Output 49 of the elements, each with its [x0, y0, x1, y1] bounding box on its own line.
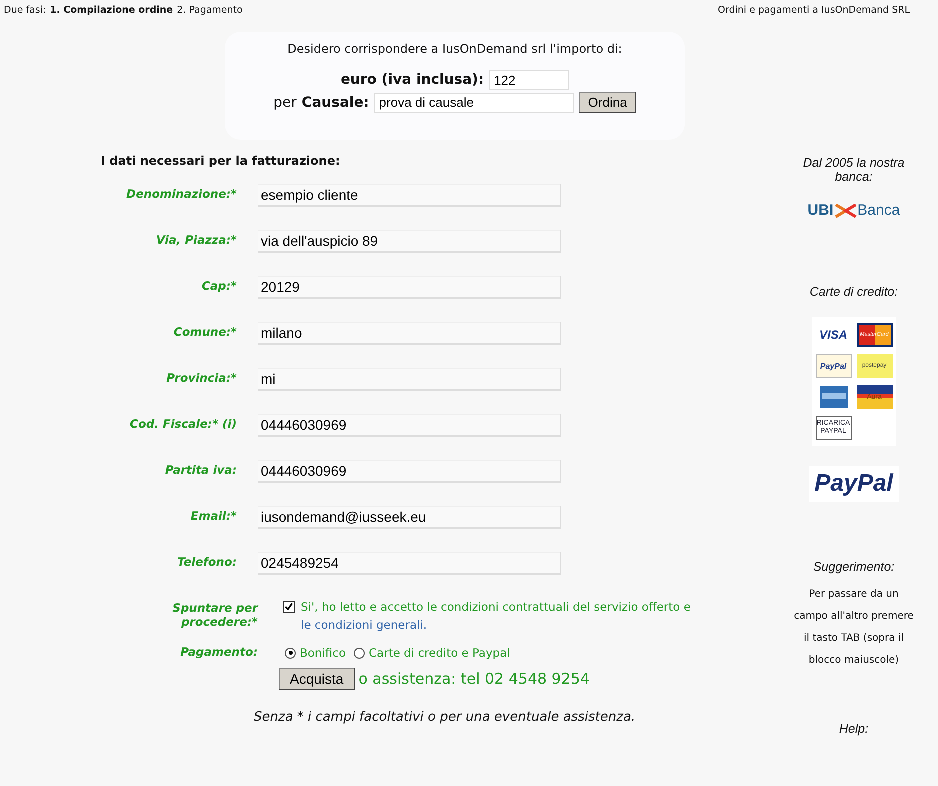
- reason-field[interactable]: prova di causale: [374, 92, 574, 112]
- conditions-link[interactable]: le condizioni generali.: [301, 618, 428, 632]
- input-field[interactable]: esempio cliente: [258, 184, 561, 207]
- radio-button[interactable]: [285, 648, 296, 658]
- field-label: Spuntare per procedere:*: [172, 601, 260, 629]
- footnote-text: Senza * i campi facoltativi o per una eventuale assistenza.: [254, 710, 637, 725]
- input-field[interactable]: mi: [258, 368, 561, 391]
- field-label: Cod. Fiscale:* (i): [129, 417, 238, 431]
- hint-text: Per passare da un campo all'altro premere il tasto TAB (sopra il blocco maiuscole): [794, 588, 914, 668]
- consent-text: Si', ho letto e accetto le condizioni contrattuali del servizio offerto e le condizioni generali.: [301, 599, 692, 634]
- amount-field[interactable]: 122: [489, 70, 570, 90]
- cards-title: Carte di credito:: [808, 285, 900, 299]
- field-label: Denominazione:*: [126, 187, 238, 201]
- field-label: Comune:*: [172, 325, 238, 339]
- input-field[interactable]: 04446030969: [258, 414, 561, 437]
- field-label: Partita iva:: [164, 463, 238, 477]
- input-field[interactable]: 04446030969: [258, 460, 561, 483]
- input-field[interactable]: via dell'auspicio 89: [258, 230, 561, 253]
- field-label: Provincia:*: [166, 371, 238, 385]
- hint-title: Suggerimento:: [812, 560, 896, 574]
- field-label: Pagamento:: [180, 645, 259, 659]
- input-field[interactable]: 20129: [258, 276, 561, 299]
- help-title: Help:: [838, 722, 870, 736]
- assistance-text: o assistenza: tel 02 4548 9254: [358, 670, 590, 688]
- input-field[interactable]: milano: [258, 322, 561, 345]
- section-title: I dati necessari per la fatturazione:: [101, 154, 342, 168]
- step-label: 1. Compilazione ordine: [50, 5, 174, 16]
- order-button[interactable]: Ordina: [579, 92, 636, 113]
- step-label: 2. Pagamento: [177, 5, 243, 16]
- input-field[interactable]: 0245489254: [258, 552, 561, 575]
- field-label: Via, Piazza:*: [155, 233, 238, 247]
- reason-label: Causale:: [302, 94, 370, 110]
- input-field[interactable]: iusondemand@iusseek.eu: [258, 506, 561, 529]
- bank-title: Dal 2005 la nostra banca:: [802, 156, 906, 184]
- bank-logo: UBI Banca: [808, 202, 900, 219]
- checkbox[interactable]: [283, 601, 295, 613]
- paypal-logo: PayPal: [808, 466, 900, 502]
- intro-text: Desidero corrispondere a IusOnDemand srl l'importo di:: [288, 42, 622, 56]
- paypal-card: PayPal: [816, 354, 852, 378]
- header-text: Ordini e pagamenti a IusOnDemand SRL: [718, 5, 910, 16]
- reason-prefix: per: [274, 94, 297, 110]
- steps-label: Due fasi:: [4, 5, 46, 16]
- radio-button[interactable]: [354, 648, 366, 658]
- visa-logo: VISA: [818, 327, 848, 344]
- amount-label: euro (iva inclusa):: [340, 72, 484, 88]
- field-label: Cap:*: [200, 279, 238, 293]
- buy-button[interactable]: Acquista: [279, 668, 355, 690]
- field-label: Email:*: [190, 509, 238, 523]
- field-label: Telefono:: [176, 555, 238, 569]
